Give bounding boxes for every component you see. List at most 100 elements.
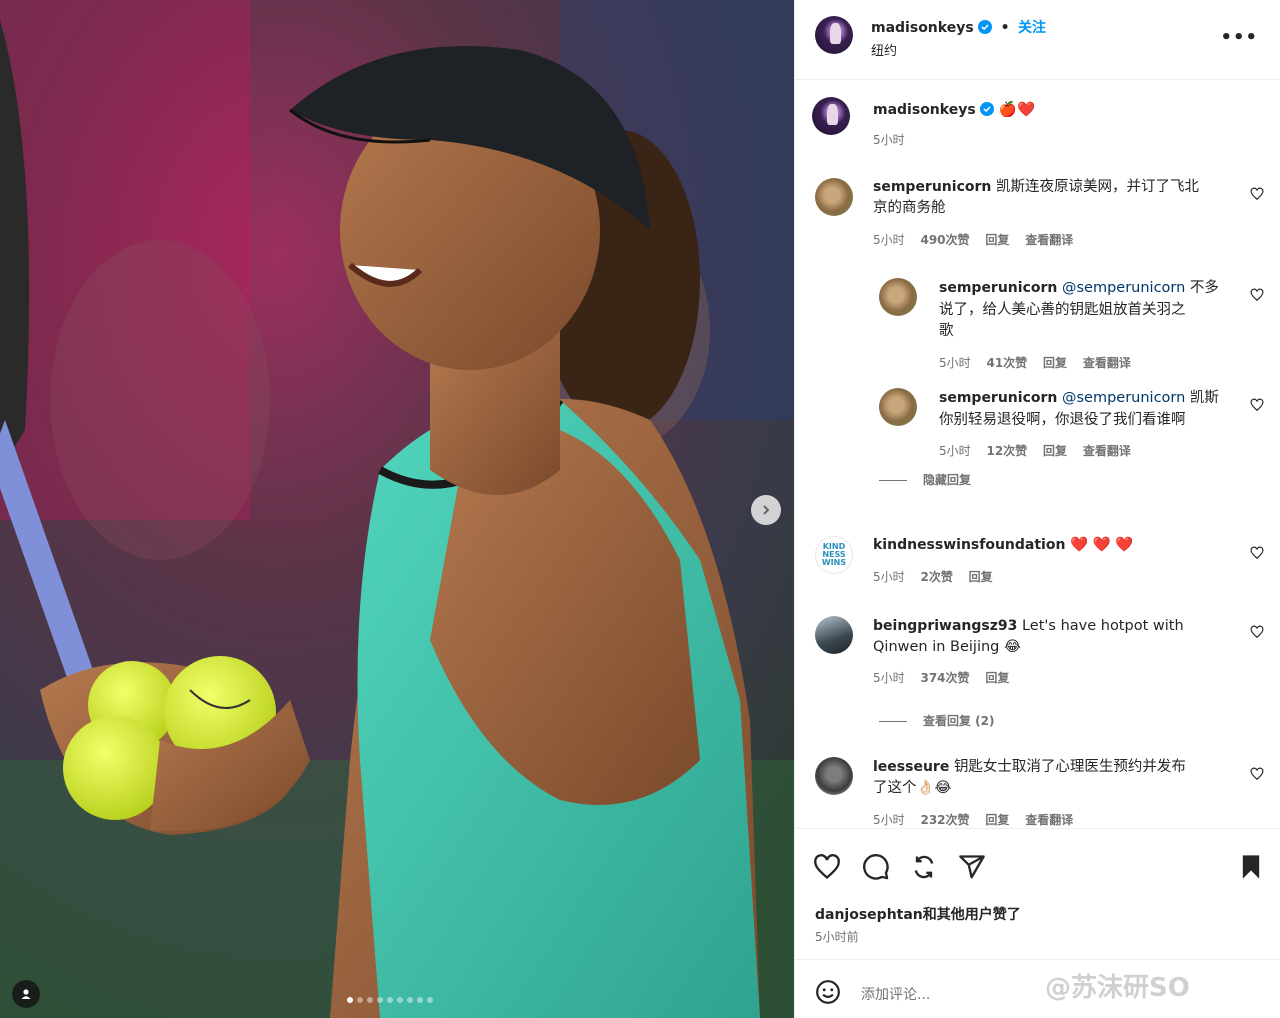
comment-text: 说了，给人美心善的钥匙姐放首关羽之 [939, 302, 1186, 318]
comment: beingpriwangsz93 Let's have hotpot with [873, 616, 1184, 637]
reply-button[interactable]: 回复 [985, 813, 1009, 827]
comment: semperunicorn 凯斯连夜原谅美网，并订了飞北 [873, 177, 1199, 198]
comment: kindnesswinsfoundation ❤️ ❤️ ❤️ [873, 535, 1133, 556]
comment-text: 歌 [939, 323, 954, 339]
carousel-dot [427, 997, 433, 1003]
translate-button[interactable]: 查看翻译 [1025, 813, 1073, 827]
photo-scene [0, 0, 794, 1018]
caption-username[interactable]: madisonkeys [873, 102, 976, 118]
comment-likes[interactable]: 12次赞 [986, 444, 1027, 458]
mention-link[interactable]: @semperunicorn [1062, 280, 1185, 296]
mention-link[interactable]: @semperunicorn [1062, 390, 1185, 406]
avatar[interactable] [815, 757, 853, 795]
comment-text: 了这个👌🏻😂 [873, 780, 952, 796]
like-comment-heart-icon[interactable] [1250, 187, 1264, 201]
comment-time: 5小时 [873, 233, 905, 247]
like-comment-heart-icon[interactable] [1250, 546, 1264, 560]
comment: leesseure 钥匙女士取消了心理医生预约并发布 [873, 757, 1186, 778]
carousel-dot [367, 997, 373, 1003]
comment-text: ❤️ ❤️ ❤️ [1070, 537, 1134, 553]
more-options-button[interactable]: ••• [1220, 27, 1258, 48]
translate-button[interactable]: 查看翻译 [1083, 356, 1131, 370]
avatar[interactable]: KIND NESS WINS [815, 536, 853, 574]
like-comment-heart-icon[interactable] [1250, 398, 1264, 412]
comment-text: 不多 [1189, 280, 1219, 296]
carousel-dot [407, 997, 413, 1003]
author-username[interactable]: madisonkeys [871, 20, 974, 36]
reply-comment: semperunicorn @semperunicorn 不多 [939, 278, 1219, 299]
comment-text: Let's have hotpot with [1021, 618, 1184, 634]
carousel-dot [387, 997, 393, 1003]
comment-text: 凯斯 [1189, 390, 1219, 406]
comment-likes[interactable]: 490次赞 [920, 233, 969, 247]
comment-likes[interactable]: 232次赞 [920, 813, 969, 827]
avatar[interactable] [879, 278, 917, 316]
comment-meta: 5小时 374次赞 回复 [873, 669, 1009, 686]
comment-meta: 5小时 2次赞 回复 [873, 568, 993, 585]
reply-button[interactable]: 回复 [985, 233, 1009, 247]
reply-button[interactable]: 回复 [985, 671, 1009, 685]
emoji-icon[interactable] [815, 979, 841, 1005]
avatar[interactable] [879, 388, 917, 426]
repost-icon[interactable] [910, 853, 938, 881]
comment-likes[interactable]: 41次赞 [986, 356, 1027, 370]
translate-button[interactable]: 查看翻译 [1025, 233, 1073, 247]
avatar[interactable] [815, 616, 853, 654]
carousel-dot [377, 997, 383, 1003]
share-icon[interactable] [958, 853, 986, 881]
post-photo[interactable] [0, 0, 794, 1018]
reply-button[interactable]: 回复 [969, 570, 993, 584]
divider-line [879, 480, 907, 481]
post-side-panel: madisonkeys • 关注 纽约 ••• madisonkeys 🍎❤️ … [794, 0, 1280, 1018]
avatar[interactable] [812, 97, 850, 135]
liked-by-rest[interactable]: 和其他用户赞了 [923, 907, 1021, 923]
caption-time: 5小时 [873, 133, 905, 147]
caption-text: 🍎❤️ [998, 102, 1035, 118]
avatar[interactable] [815, 178, 853, 216]
comment-time: 5小时 [939, 444, 971, 458]
next-photo-button[interactable] [751, 495, 781, 525]
comment-likes[interactable]: 2次赞 [920, 570, 952, 584]
post-actions: danjosephtan和其他用户赞了 5小时前 添加评论... @苏沫研SO [795, 828, 1280, 1018]
comment-likes[interactable]: 374次赞 [920, 671, 969, 685]
comment-username[interactable]: semperunicorn [873, 179, 991, 195]
comment-username[interactable]: semperunicorn [939, 390, 1057, 406]
reply-button[interactable]: 回复 [1043, 444, 1067, 458]
bookmark-icon[interactable] [1237, 853, 1265, 881]
follow-button[interactable]: 关注 [1018, 20, 1046, 36]
reply-comment: semperunicorn @semperunicorn 凯斯 [939, 388, 1219, 409]
comment-username[interactable]: semperunicorn [939, 280, 1057, 296]
comment-time: 5小时 [873, 570, 905, 584]
comment-username[interactable]: kindnesswinsfoundation [873, 537, 1065, 553]
like-comment-heart-icon[interactable] [1250, 625, 1264, 639]
comment-username[interactable]: leesseure [873, 759, 949, 775]
hide-replies-button[interactable]: 隐藏回复 [879, 471, 971, 488]
carousel-dots [347, 997, 433, 1003]
comment-username[interactable]: beingpriwangsz93 [873, 618, 1017, 634]
reply-button[interactable]: 回复 [1043, 356, 1067, 370]
liked-by-user[interactable]: danjosephtan [815, 907, 923, 923]
comment-text: 钥匙女士取消了心理医生预约并发布 [953, 759, 1186, 775]
comment-icon[interactable] [862, 853, 890, 881]
comment-time: 5小时 [873, 813, 905, 827]
comment-meta: 5小时 12次赞 回复 查看翻译 [939, 442, 1131, 459]
liked-by-summary: danjosephtan和其他用户赞了 [815, 904, 1021, 924]
comment-meta: 5小时 232次赞 回复 查看翻译 [873, 811, 1073, 828]
like-comment-heart-icon[interactable] [1250, 767, 1264, 781]
caption: madisonkeys 🍎❤️ [873, 100, 1035, 121]
view-replies-button[interactable]: 查看回复 (2) [879, 712, 995, 729]
post-header: madisonkeys • 关注 纽约 ••• [795, 0, 1280, 80]
carousel-dot [417, 997, 423, 1003]
header-user-row: madisonkeys • 关注 [871, 20, 1046, 36]
translate-button[interactable]: 查看翻译 [1083, 444, 1131, 458]
next-arrow-icon [763, 505, 770, 515]
verified-icon [980, 102, 995, 116]
heart-icon[interactable] [813, 853, 841, 881]
tagged-people-button[interactable] [12, 980, 40, 1008]
post-time-ago: 5小时前 [815, 930, 859, 944]
like-comment-heart-icon[interactable] [1250, 288, 1264, 302]
comment-input[interactable]: 添加评论... [861, 984, 930, 1004]
watermark-text: @苏沫研SO [1045, 973, 1190, 1003]
post-location[interactable]: 纽约 [871, 40, 897, 59]
avatar[interactable] [815, 16, 853, 54]
